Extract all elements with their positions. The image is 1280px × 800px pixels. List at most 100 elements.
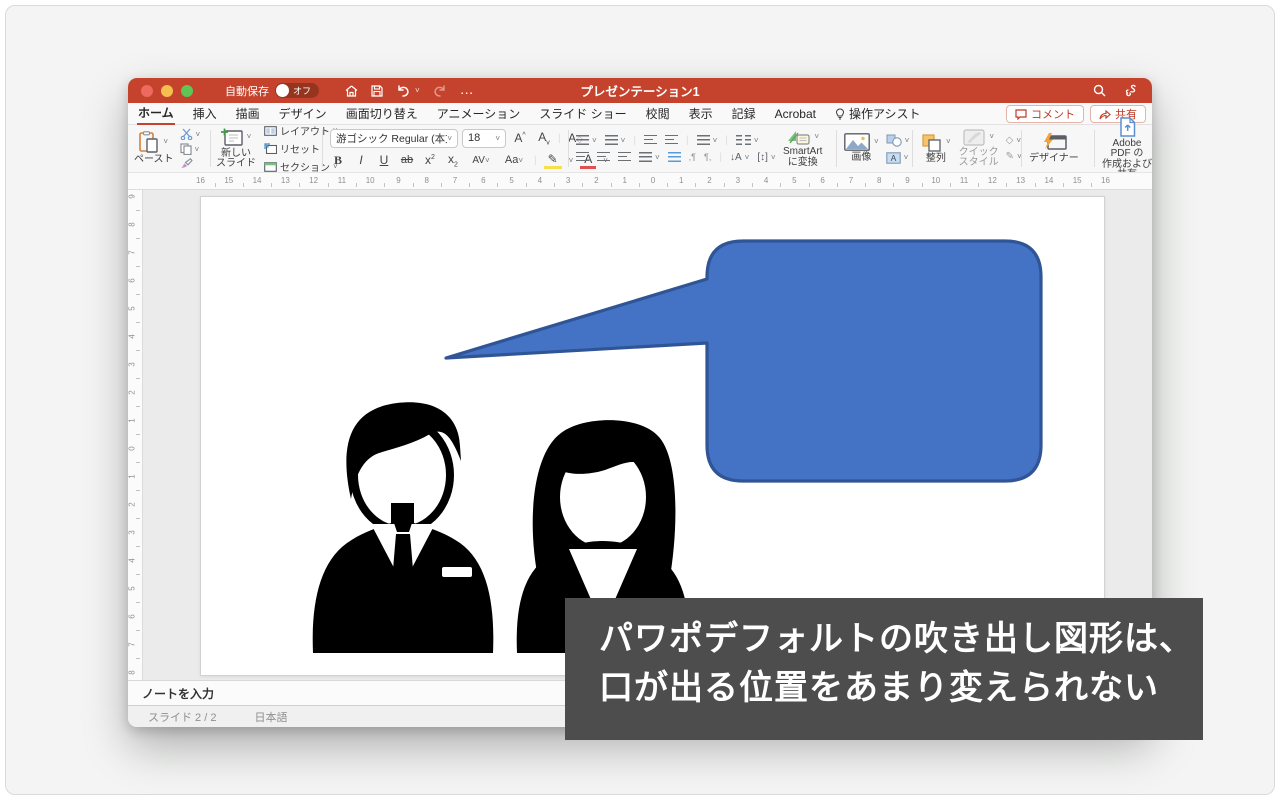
tab-record[interactable]: 記録: [731, 103, 757, 124]
format-painter-icon: [180, 158, 193, 169]
h-ruler-tick: [271, 183, 272, 187]
layout-button[interactable]: レイアウト˅: [264, 123, 338, 138]
reset-button[interactable]: リセット: [264, 141, 338, 156]
man-figure[interactable]: [313, 402, 494, 653]
paste-button[interactable]: ˅ ペースト: [134, 131, 174, 166]
designer-button[interactable]: デザイナー: [1029, 133, 1079, 165]
share-icon[interactable]: [1124, 84, 1138, 97]
shape-fill-button[interactable]: ◇˅: [1006, 135, 1022, 146]
bold-button[interactable]: B: [330, 153, 346, 168]
align-right-button[interactable]: [618, 152, 631, 162]
adobe-pdf-button[interactable]: Adobe PDF の作成および共有: [1102, 117, 1152, 181]
text-box-button[interactable]: A˅: [886, 152, 910, 164]
rtl-button[interactable]: ¶,: [704, 152, 711, 162]
undo-dropdown-icon[interactable]: ˅: [415, 86, 420, 95]
tab-view[interactable]: 表示: [688, 103, 714, 124]
page: 自動保存 オフ ˅ …: [0, 0, 1280, 800]
line-spacing-button[interactable]: ˅: [697, 135, 718, 145]
subscript-button[interactable]: x2: [445, 152, 461, 168]
character-spacing-button[interactable]: AV˅: [468, 155, 494, 166]
save-icon[interactable]: [371, 85, 383, 97]
highlight-color-button[interactable]: ✎: [544, 152, 562, 169]
h-ruler[interactable]: 1615141312111098765432101234567891011121…: [128, 172, 1152, 190]
text-direction-button[interactable]: ↓A˅: [730, 152, 749, 163]
h-ruler-tick: [384, 183, 385, 187]
h-ruler-tick: [215, 183, 216, 187]
tab-design[interactable]: デザイン: [278, 103, 328, 124]
copy-button[interactable]: ˅: [180, 143, 201, 155]
h-ruler-tick: [243, 183, 244, 187]
h-ruler-tick: [893, 183, 894, 187]
shapes-button[interactable]: ˅: [886, 134, 910, 147]
close-window-button[interactable]: [141, 85, 153, 97]
tab-transitions[interactable]: 画面切り替え: [345, 103, 419, 124]
justify-button[interactable]: ˅: [639, 152, 660, 162]
shape-outline-button[interactable]: ✎˅: [1006, 151, 1022, 162]
h-ruler-tick: [752, 183, 753, 187]
increase-font-button[interactable]: A^: [510, 131, 530, 145]
tab-slideshow[interactable]: スライド ショー: [538, 103, 627, 124]
h-ruler-number: 11: [338, 176, 346, 185]
decrease-font-button[interactable]: Av: [534, 130, 554, 146]
h-ruler-number: 16: [196, 176, 205, 185]
convert-smartart-button[interactable]: ˅ SmartArtに変換: [783, 129, 822, 168]
v-ruler-number: 4: [128, 558, 137, 562]
new-slide-button[interactable]: ˅ 新しいスライド: [216, 128, 256, 170]
slide-counter[interactable]: スライド 2 / 2: [148, 709, 216, 725]
h-ruler-number: 4: [538, 176, 542, 185]
cut-button[interactable]: ˅: [180, 128, 201, 140]
distribute-button[interactable]: [668, 152, 681, 162]
v-ruler-tick: [136, 406, 140, 407]
decrease-indent-button[interactable]: [644, 135, 657, 145]
align-center-button[interactable]: [597, 152, 610, 162]
h-ruler-tick: [554, 183, 555, 187]
font-size-select[interactable]: 18˅: [462, 129, 506, 148]
v-ruler[interactable]: 987654321012345678: [128, 190, 143, 680]
tab-home[interactable]: ホーム: [137, 102, 175, 126]
numbering-button[interactable]: ˅: [605, 135, 626, 145]
language-indicator[interactable]: 日本語: [254, 709, 287, 725]
h-ruler-number: 5: [509, 176, 513, 185]
search-icon[interactable]: [1093, 84, 1106, 97]
reset-icon: [264, 143, 277, 154]
tab-insert[interactable]: 挿入: [192, 103, 218, 124]
tab-review[interactable]: 校閲: [645, 103, 671, 124]
tab-tell-me[interactable]: 操作アシスト: [834, 103, 922, 124]
columns-button[interactable]: ˅: [736, 135, 759, 145]
increase-indent-button[interactable]: [665, 135, 678, 145]
comments-button[interactable]: コメント: [1006, 105, 1084, 123]
insert-picture-button[interactable]: ˅ 画像: [844, 133, 879, 164]
more-commands-icon[interactable]: …: [460, 81, 475, 97]
strikethrough-button[interactable]: ab: [399, 154, 415, 166]
italic-button[interactable]: I: [353, 153, 369, 167]
tab-acrobat[interactable]: Acrobat: [774, 105, 817, 123]
minimize-window-button[interactable]: [161, 85, 173, 97]
font-name-select[interactable]: 游ゴシック Regular (本文)˅: [330, 129, 458, 148]
align-text-button[interactable]: [↕]˅: [757, 152, 775, 163]
superscript-button[interactable]: x2: [422, 153, 438, 167]
bullets-button[interactable]: ˅: [576, 135, 597, 145]
autosave-toggle[interactable]: オフ: [275, 83, 319, 98]
quick-styles-button[interactable]: ˅ クイックスタイル: [959, 129, 999, 169]
arrange-button[interactable]: ˅ 整列: [921, 133, 951, 165]
change-case-button[interactable]: Aa˅: [501, 154, 527, 166]
ltr-button[interactable]: ,¶: [689, 152, 696, 162]
undo-button[interactable]: [396, 84, 410, 97]
h-ruler-tick: [1035, 183, 1036, 187]
speech-bubble-shape[interactable]: [446, 241, 1041, 481]
redo-button[interactable]: [433, 84, 447, 97]
tab-animations[interactable]: アニメーション: [436, 103, 522, 124]
v-ruler-number: 2: [128, 502, 137, 506]
zoom-window-button[interactable]: [181, 85, 193, 97]
h-ruler-number: 2: [707, 176, 711, 185]
h-ruler-tick: [497, 183, 498, 187]
h-ruler-number: 12: [988, 176, 997, 185]
numbered-list-icon: [605, 135, 618, 145]
autosave-control[interactable]: 自動保存 オフ: [225, 83, 319, 99]
home-icon[interactable]: [345, 85, 358, 97]
tab-draw[interactable]: 描画: [235, 103, 261, 124]
align-left-button[interactable]: [576, 152, 589, 162]
format-painter-button[interactable]: [180, 158, 201, 169]
toggle-knob-icon: [276, 84, 289, 97]
underline-button[interactable]: U: [376, 153, 392, 167]
